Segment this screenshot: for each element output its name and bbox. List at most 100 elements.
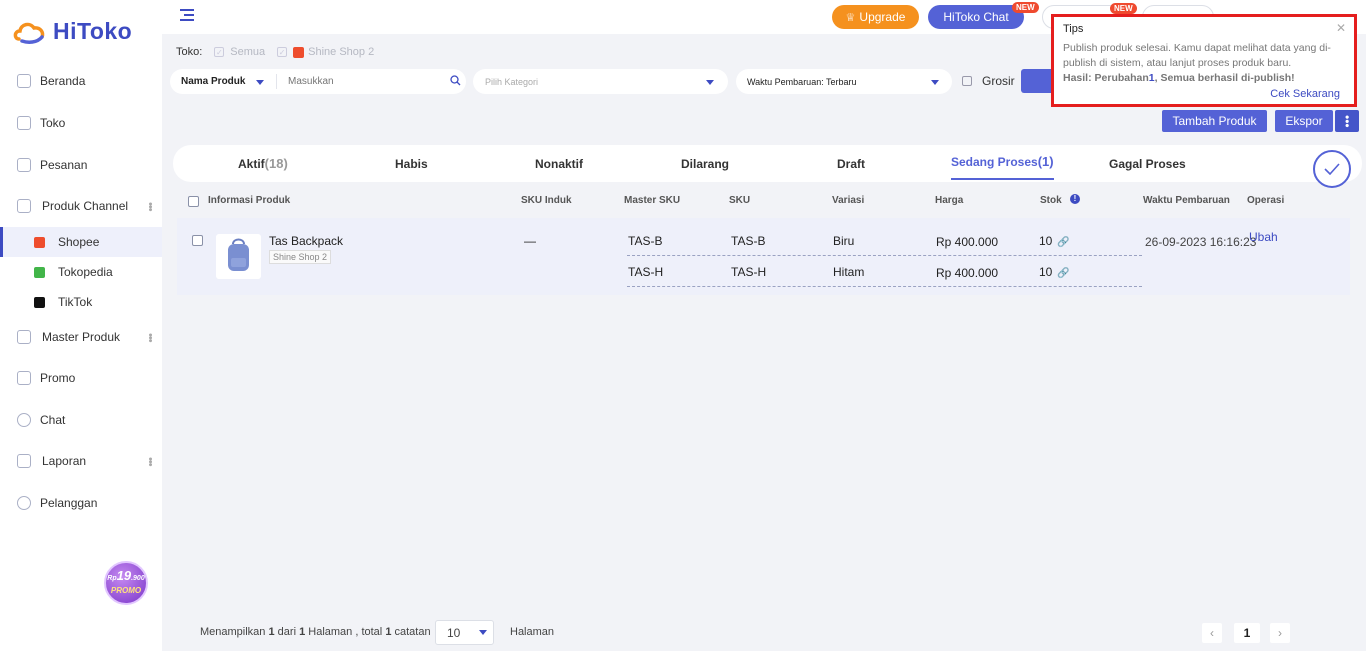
calendar-icon bbox=[17, 158, 31, 172]
more-icon[interactable]: ••• bbox=[144, 333, 156, 342]
variasi: Hitam bbox=[833, 265, 865, 279]
sku-induk: — bbox=[524, 234, 536, 248]
tab-dilarang[interactable]: Dilarang bbox=[681, 145, 729, 182]
status-tabs: Aktif (18) Habis Nonaktif Dilarang Draft … bbox=[173, 145, 1362, 182]
tab-label: Habis bbox=[395, 156, 428, 171]
tab-gagal-proses[interactable]: Gagal Proses bbox=[1109, 145, 1186, 182]
checkmark-float-button[interactable] bbox=[1313, 150, 1351, 188]
promo-badge[interactable]: Rp19.900 PROMO bbox=[104, 561, 148, 605]
edit-link[interactable]: Ubah bbox=[1249, 230, 1278, 244]
harga: Rp 400.000 bbox=[936, 266, 999, 280]
search-input[interactable] bbox=[288, 76, 428, 87]
close-icon[interactable]: ✕ bbox=[1336, 21, 1346, 35]
grosir-checkbox[interactable] bbox=[962, 76, 972, 86]
more-icon[interactable]: ••• bbox=[144, 457, 156, 466]
sku: TAS-B bbox=[731, 234, 766, 248]
column-header: Waktu Pembaruan bbox=[1143, 195, 1230, 206]
sidebar-item-tiktok[interactable]: TikTok bbox=[0, 287, 162, 317]
tab-draft[interactable]: Draft bbox=[837, 145, 865, 182]
tab-nonaktif[interactable]: Nonaktif bbox=[535, 145, 583, 182]
pagination: Menampilkan 1 dari 1 Halaman , total 1 c… bbox=[162, 615, 1366, 649]
prev-page-button[interactable]: ‹ bbox=[1202, 623, 1222, 643]
info-icon[interactable]: ! bbox=[1070, 194, 1080, 204]
export-label: Ekspor bbox=[1285, 114, 1323, 128]
column-header: Harga bbox=[935, 195, 964, 206]
store-icon bbox=[17, 116, 31, 130]
tab-label: Nonaktif bbox=[535, 156, 583, 171]
page-unit-label: Halaman bbox=[510, 626, 555, 638]
updated-time: 26-09-2023 16:16:23 bbox=[1145, 235, 1257, 249]
export-more-button[interactable]: ••• bbox=[1335, 110, 1359, 132]
search-icon[interactable] bbox=[450, 75, 461, 86]
toko-shop-checkbox[interactable]: ✓ bbox=[277, 47, 288, 57]
product-name[interactable]: Tas Backpack bbox=[269, 234, 343, 248]
sidebar-item-label: Promo bbox=[40, 371, 76, 385]
upgrade-button[interactable]: ♕ Upgrade bbox=[832, 5, 919, 29]
stok-value: 10 bbox=[1039, 265, 1053, 279]
hitoko-chat-label: HiToko Chat bbox=[943, 10, 1009, 24]
row-divider bbox=[627, 286, 1142, 287]
report-icon bbox=[17, 454, 31, 468]
tab-sedang-proses[interactable]: Sedang Proses (1) bbox=[951, 145, 1054, 180]
chevron-down-icon bbox=[479, 630, 487, 635]
promo-price: 19 bbox=[116, 568, 132, 583]
sidebar-item-produk-channel[interactable]: Produk Channel ••• bbox=[0, 188, 162, 224]
hitoko-logo[interactable]: HiToko bbox=[13, 18, 132, 45]
sidebar-item-laporan[interactable]: Laporan ••• bbox=[0, 443, 162, 479]
sidebar-item-tokopedia[interactable]: Tokopedia bbox=[0, 257, 162, 287]
table-header: Informasi Produk SKU Induk Master SKU SK… bbox=[177, 190, 1350, 210]
page-size-select[interactable]: 10 bbox=[435, 620, 494, 645]
more-icon[interactable]: ••• bbox=[144, 202, 156, 211]
toko-all-checkbox[interactable]: ✓ bbox=[214, 47, 225, 57]
sidebar-item-pesanan[interactable]: Pesanan bbox=[0, 147, 162, 183]
master-sku: TAS-H bbox=[628, 265, 664, 279]
row-checkbox[interactable] bbox=[192, 235, 203, 246]
users-icon bbox=[17, 496, 31, 510]
tokopedia-icon bbox=[34, 266, 45, 278]
check-now-link[interactable]: Cek Sekarang bbox=[1270, 88, 1340, 100]
crown-icon: ♕ bbox=[845, 11, 856, 24]
new-badge: NEW bbox=[1110, 3, 1137, 14]
search-button[interactable] bbox=[1021, 69, 1051, 93]
sidebar-item-master-produk[interactable]: Master Produk ••• bbox=[0, 319, 162, 355]
summary-text: dari bbox=[277, 626, 297, 638]
sidebar: HiToko Beranda Toko Pesanan Produk Chann… bbox=[0, 0, 162, 651]
sidebar-item-promo[interactable]: Promo bbox=[0, 360, 162, 396]
page-number[interactable]: 1 bbox=[1234, 623, 1260, 643]
hitoko-chat-button[interactable]: HiToko Chat bbox=[928, 5, 1024, 29]
sidebar-item-shopee[interactable]: Shopee bbox=[0, 227, 162, 257]
check-icon bbox=[1324, 163, 1340, 175]
category-placeholder: Pilih Kategori bbox=[485, 76, 539, 87]
sidebar-item-beranda[interactable]: Beranda bbox=[0, 63, 162, 99]
sidebar-item-chat[interactable]: Chat bbox=[0, 402, 162, 438]
export-button[interactable]: Ekspor bbox=[1275, 110, 1333, 132]
sidebar-item-toko[interactable]: Toko bbox=[0, 105, 162, 141]
category-select[interactable]: Pilih Kategori bbox=[473, 69, 728, 94]
shopee-icon bbox=[293, 46, 305, 58]
sidebar-item-pelanggan[interactable]: Pelanggan bbox=[0, 485, 162, 521]
tips-popup: Tips ✕ Publish produk selesai. Kamu dapa… bbox=[1051, 14, 1357, 107]
sort-select[interactable]: Waktu Pembaruan: Terbaru bbox=[736, 69, 952, 94]
summary-current: 1 bbox=[268, 626, 275, 638]
link-icon[interactable]: 🔗 bbox=[1057, 268, 1069, 279]
search-type-select[interactable]: Nama Produk bbox=[181, 76, 245, 87]
add-product-button[interactable]: Tambah Produk bbox=[1162, 110, 1267, 132]
column-header: SKU bbox=[729, 195, 751, 206]
upgrade-label: Upgrade bbox=[859, 10, 906, 24]
page-size-value: 10 bbox=[447, 625, 461, 640]
play-icon bbox=[17, 371, 31, 385]
product-thumbnail[interactable] bbox=[216, 234, 261, 279]
select-all-checkbox[interactable] bbox=[188, 196, 199, 207]
tab-count: (18) bbox=[264, 156, 288, 171]
sidebar-item-label: TikTok bbox=[58, 295, 93, 309]
tips-result-prefix: Hasil: Perubahan bbox=[1063, 72, 1149, 84]
tab-aktif[interactable]: Aktif (18) bbox=[238, 145, 288, 182]
tab-habis[interactable]: Habis bbox=[395, 145, 428, 182]
grosir-filter[interactable]: Grosir bbox=[962, 74, 1015, 88]
divider bbox=[276, 74, 277, 89]
table-row: Tas Backpack Shine Shop 2 — TAS-B TAS-B … bbox=[177, 218, 1350, 295]
next-page-button[interactable]: › bbox=[1270, 623, 1290, 643]
summary-total: 1 bbox=[385, 626, 392, 638]
link-icon[interactable]: 🔗 bbox=[1057, 237, 1069, 248]
menu-toggle-icon[interactable] bbox=[180, 9, 194, 23]
